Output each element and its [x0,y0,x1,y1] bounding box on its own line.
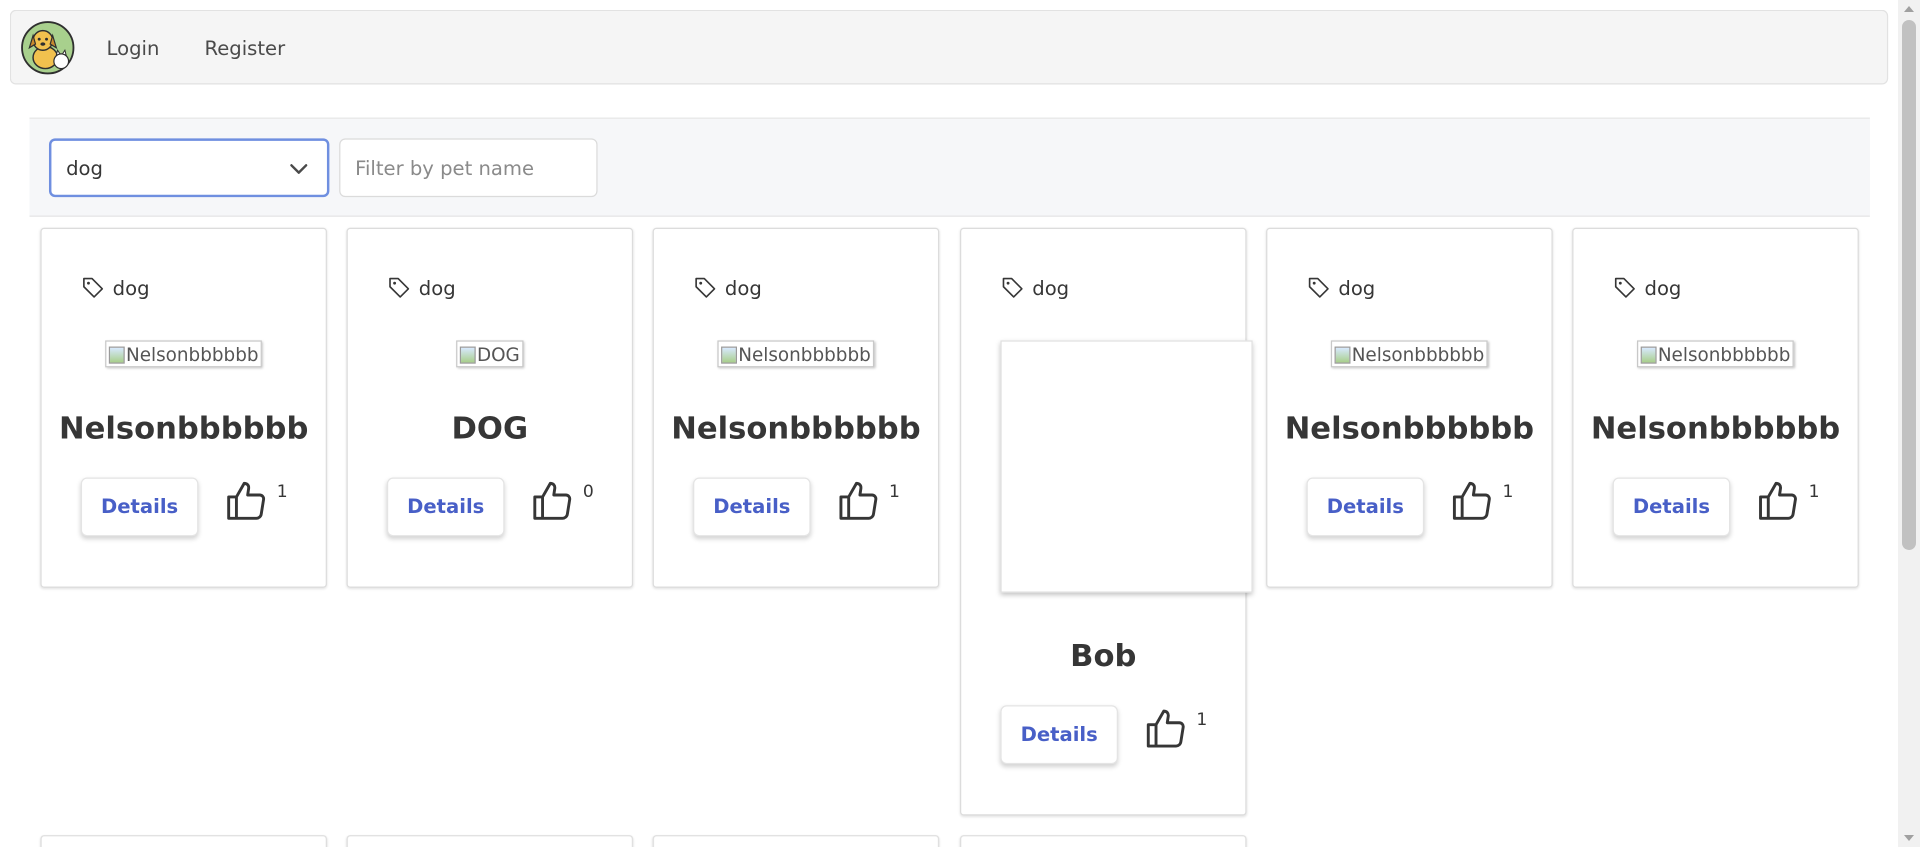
details-button[interactable]: Details [1612,477,1731,537]
page: Login Register dog dog Nelsonbbbbbb Nels… [0,0,1898,847]
thumbs-up-icon [533,481,572,520]
pet-image: Nelsonbbbbbb [1330,340,1488,368]
details-button[interactable]: Details [1306,477,1425,537]
register-link[interactable]: Register [204,37,285,60]
thumbs-up-icon [1759,481,1797,520]
navbar: Login Register [9,9,1889,85]
like-count: 1 [276,482,288,503]
like-button[interactable] [223,478,270,525]
like-button[interactable] [529,478,576,525]
pet-tag-label: dog [1338,276,1376,300]
pet-tag: dog [693,276,762,300]
pet-card: dog Nelsonbbbbbb Nelsonbbbbbb Details 1 [40,227,327,588]
pet-card-partial [960,835,1247,847]
tag-icon [695,277,716,298]
pet-card: dog Nelsonbbbbbb Nelsonbbbbbb Details 1 [1266,227,1553,588]
like-count: 1 [1502,482,1514,503]
details-button[interactable]: Details [80,477,199,537]
pet-name: Bob [1070,637,1137,674]
pet-name: DOG [451,410,529,446]
pet-image: Nelsonbbbbbb [717,340,875,368]
pet-image: DOG [456,340,524,368]
like-count: 1 [1196,710,1208,730]
thumbs-up-icon [839,481,878,520]
pet-card: dog DOG DOG Details 0 [346,227,634,588]
filter-bar: dog [29,117,1870,217]
tag-icon [1308,277,1329,298]
pet-card-partial [652,835,940,847]
pet-name: Nelsonbbbbbb [1590,410,1841,446]
pet-tag: dog [1307,276,1376,300]
pet-name: Nelsonbbbbbb [58,410,309,446]
pet-image: Nelsonbbbbbb [105,340,263,368]
pet-card-partial [346,835,634,847]
like-button[interactable] [1142,705,1189,752]
pet-card: dog Nelsonbbbbbb Nelsonbbbbbb Details 1 [652,227,940,588]
pet-tag-label: dog [724,276,762,300]
tag-icon [83,277,104,298]
pet-type-select-value: dog [66,156,103,181]
tag-icon [389,277,410,298]
scrollbar[interactable] [1898,0,1920,847]
tag-icon [1002,277,1023,298]
scroll-up-arrow-icon[interactable] [1904,6,1914,12]
like-button[interactable] [1449,478,1496,525]
pet-tag-label: dog [1644,276,1682,300]
scrollbar-thumb[interactable] [1902,20,1916,550]
scroll-down-arrow-icon[interactable] [1904,835,1914,841]
pet-name-filter-input[interactable] [339,138,598,198]
pet-image [1000,340,1253,593]
chevron-down-icon [290,164,308,174]
login-link[interactable]: Login [107,37,160,60]
thumbs-up-icon [1146,709,1185,748]
pet-logo-icon[interactable] [21,21,75,75]
details-button[interactable]: Details [1000,705,1118,765]
like-count: 0 [582,482,594,503]
pet-tag-label: dog [112,276,150,300]
pet-image: Nelsonbbbbbb [1637,340,1795,368]
pet-tag: dog [1000,276,1069,300]
like-button[interactable] [835,478,882,525]
like-count: 1 [1808,482,1820,503]
thumbs-up-icon [227,481,266,520]
thumbs-up-icon [1452,481,1491,520]
pet-tag: dog [1613,276,1682,300]
like-count: 1 [888,482,900,503]
pet-name: Nelsonbbbbbb [1284,410,1535,446]
pet-name: Nelsonbbbbbb [671,410,921,446]
pet-card-partial [40,835,327,847]
pet-card: dog Bob Details 1 [960,227,1253,816]
pet-tag-label: dog [1032,276,1070,300]
details-button[interactable]: Details [693,477,811,537]
pet-type-select[interactable]: dog [48,138,330,198]
like-button[interactable] [1755,478,1802,525]
pet-tag: dog [81,276,150,300]
tag-icon [1614,277,1635,298]
details-button[interactable]: Details [386,477,505,537]
pet-card: dog Nelsonbbbbbb Nelsonbbbbbb Details 1 [1572,227,1859,588]
pet-tag-label: dog [418,276,456,300]
pet-tag: dog [387,276,456,300]
